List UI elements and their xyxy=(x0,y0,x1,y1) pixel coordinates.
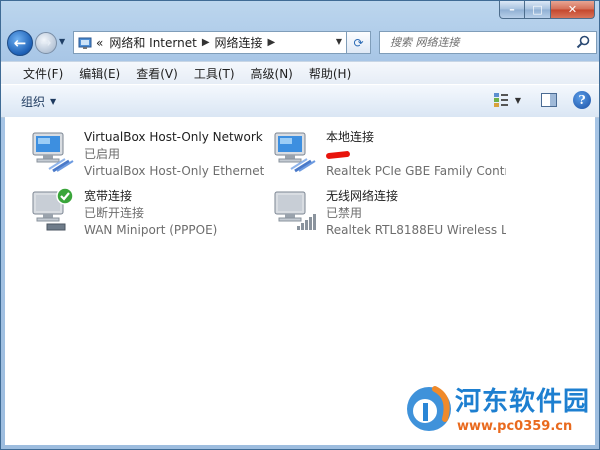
organize-label: 组织 xyxy=(21,94,46,109)
broadband-connected-icon xyxy=(29,186,77,234)
connection-name: 无线网络连接 xyxy=(326,189,399,203)
explorer-window: – □ ✕ ← → ▼ « 网络和 Internet ▶ 网络连接 ▶ ▼ ⟳ xyxy=(0,0,600,450)
navigation-bar: ← → ▼ « 网络和 Internet ▶ 网络连接 ▶ ▼ ⟳ xyxy=(7,29,597,57)
connection-device: VirtualBox Host-Only Ethernet ... xyxy=(84,164,264,178)
close-button[interactable]: ✕ xyxy=(551,1,595,19)
connection-text: 无线网络连接 已禁用 Realtek RTL8188EU Wireless L.… xyxy=(326,188,506,239)
search-box[interactable] xyxy=(379,31,597,54)
search-input[interactable] xyxy=(388,35,572,50)
chevron-down-icon: ▼ xyxy=(50,96,57,106)
control-panel-icon xyxy=(78,36,92,50)
connection-item-wireless[interactable]: 无线网络连接 已禁用 Realtek RTL8188EU Wireless L.… xyxy=(261,182,506,238)
connection-name: 本地连接 xyxy=(326,130,375,144)
connection-device: WAN Miniport (PPPOE) xyxy=(84,223,218,237)
redacted-mark xyxy=(326,150,351,160)
view-options-dropdown[interactable]: ▼ xyxy=(515,96,521,105)
preview-pane-icon[interactable] xyxy=(541,93,557,107)
menu-view[interactable]: 查看(V) xyxy=(128,62,186,85)
minimize-button[interactable]: – xyxy=(499,1,525,19)
address-overflow[interactable]: « xyxy=(96,36,103,50)
connection-name: 宽带连接 xyxy=(84,189,133,203)
connection-item-broadband[interactable]: 宽带连接 已断开连接 WAN Miniport (PPPOE) xyxy=(19,182,259,238)
watermark-url: www.pc0359.cn xyxy=(457,419,573,434)
breadcrumb-network-internet[interactable]: 网络和 Internet xyxy=(109,34,196,51)
address-dropdown[interactable]: ▼ xyxy=(336,37,342,46)
connection-device: Realtek RTL8188EU Wireless L... xyxy=(326,223,506,237)
menu-tools[interactable]: 工具(T) xyxy=(186,62,243,85)
connection-status: 已禁用 xyxy=(326,206,363,220)
breadcrumb-separator[interactable]: ▶ xyxy=(202,37,210,48)
menu-advanced[interactable]: 高级(N) xyxy=(243,62,301,85)
wireless-network-icon xyxy=(271,186,319,234)
menu-file[interactable]: 文件(F) xyxy=(15,62,71,85)
connection-text: 宽带连接 已断开连接 WAN Miniport (PPPOE) xyxy=(84,188,264,239)
menu-edit[interactable]: 编辑(E) xyxy=(71,62,128,85)
menu-bar: 文件(F) 编辑(E) 查看(V) 工具(T) 高级(N) 帮助(H) xyxy=(1,61,599,84)
forward-button[interactable]: → xyxy=(35,32,57,54)
command-bar: 组织 ▼ ▼ ? xyxy=(1,84,599,118)
help-button[interactable]: ? xyxy=(573,91,591,109)
connection-status: 已断开连接 xyxy=(84,206,145,220)
command-bar-right: ▼ ? xyxy=(493,91,591,109)
watermark-title: 河东软件园 xyxy=(455,387,591,417)
connection-name: VirtualBox Host-Only Network xyxy=(84,130,263,144)
maximize-button[interactable]: □ xyxy=(525,1,551,19)
wired-network-icon xyxy=(271,127,319,175)
connection-text: 本地连接 Realtek PCIe GBE Family Contr... xyxy=(326,129,506,180)
watermark-logo-icon xyxy=(407,386,451,431)
search-icon[interactable] xyxy=(576,35,590,49)
breadcrumb-separator[interactable]: ▶ xyxy=(268,37,276,48)
caption-buttons: – □ ✕ xyxy=(499,1,595,19)
back-button[interactable]: ← xyxy=(7,30,33,56)
change-view-icon[interactable] xyxy=(493,92,509,108)
address-bar[interactable]: « 网络和 Internet ▶ 网络连接 ▶ ▼ xyxy=(73,31,347,54)
connection-status: 已启用 xyxy=(84,147,121,161)
connection-item-virtualbox[interactable]: VirtualBox Host-Only Network 已启用 Virtual… xyxy=(19,123,264,179)
refresh-button[interactable]: ⟳ xyxy=(347,31,371,54)
connection-item-local[interactable]: 本地连接 Realtek PCIe GBE Family Contr... xyxy=(261,123,506,179)
menu-help[interactable]: 帮助(H) xyxy=(301,62,359,85)
site-watermark: 河东软件园 www.pc0359.cn xyxy=(395,371,599,449)
connection-status xyxy=(326,146,506,163)
connection-device: Realtek PCIe GBE Family Contr... xyxy=(326,164,506,178)
connection-text: VirtualBox Host-Only Network 已启用 Virtual… xyxy=(84,129,264,180)
breadcrumb-network-connections[interactable]: 网络连接 xyxy=(215,34,263,51)
wired-network-icon xyxy=(29,127,77,175)
recent-pages-dropdown[interactable]: ▼ xyxy=(59,37,65,46)
organize-button[interactable]: 组织 ▼ xyxy=(21,93,56,110)
refresh-icon: ⟳ xyxy=(353,35,364,50)
